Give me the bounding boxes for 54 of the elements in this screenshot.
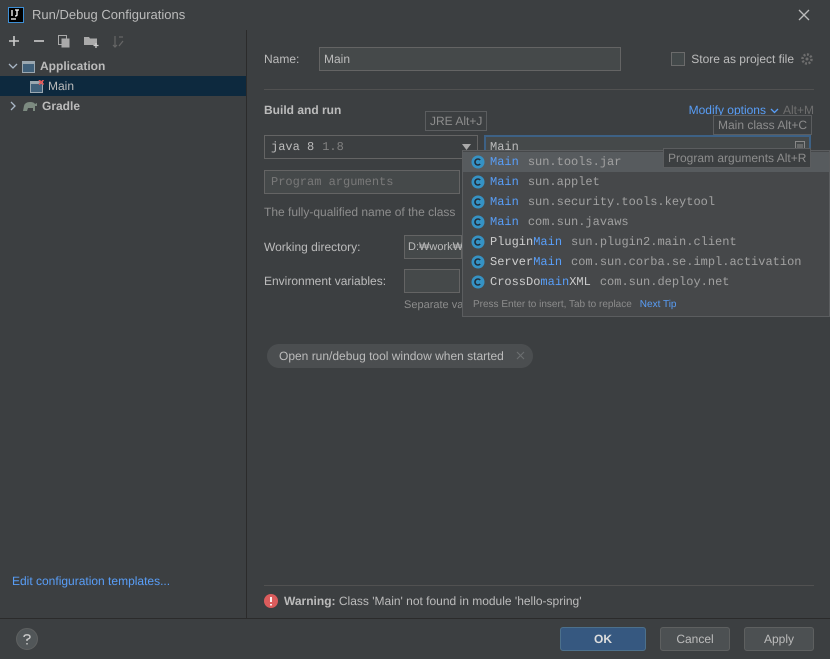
- name-field[interactable]: Main: [319, 47, 621, 71]
- working-directory-label: Working directory:: [264, 239, 362, 256]
- class-icon: [471, 235, 485, 249]
- class-icon: [471, 155, 485, 169]
- chevron-right-icon[interactable]: [8, 101, 18, 111]
- close-icon[interactable]: [798, 9, 810, 21]
- completion-item[interactable]: PluginMain sun.plugin2.main.client: [463, 232, 829, 252]
- dialog-button[interactable]: OK: [560, 627, 646, 651]
- completion-item[interactable]: CrossDomainXML com.sun.deploy.net: [463, 272, 829, 292]
- working-directory-field[interactable]: D:₩work₩: [404, 235, 462, 259]
- completion-item[interactable]: ServerMain com.sun.corba.se.impl.activation: [463, 252, 829, 272]
- app-logo-icon: [8, 7, 24, 23]
- dialog-button[interactable]: Cancel: [660, 627, 730, 651]
- shortcut-tooltip: Main class Alt+C: [713, 115, 812, 135]
- chevron-down-icon: [770, 106, 779, 114]
- shortcut-tooltip: JRE Alt+J: [425, 111, 488, 131]
- add-icon[interactable]: [8, 35, 20, 47]
- option-chip[interactable]: Open run/debug tool window when started: [267, 344, 533, 368]
- help-button[interactable]: [16, 628, 38, 650]
- shortcut-tooltip: Program arguments Alt+R: [663, 148, 812, 168]
- error-icon: [264, 594, 278, 608]
- class-icon: [471, 175, 485, 189]
- class-icon: [471, 275, 485, 289]
- completion-item[interactable]: Main com.sun.javaws: [463, 212, 829, 232]
- checkbox[interactable]: [671, 52, 686, 66]
- chevron-down-icon[interactable]: [8, 61, 18, 71]
- environment-variables-field[interactable]: [404, 269, 460, 293]
- section-title: Build and run: [264, 102, 342, 119]
- folder-add-icon[interactable]: [84, 34, 99, 48]
- dialog-button[interactable]: Apply: [744, 627, 814, 651]
- checkbox-label[interactable]: Store as project file: [691, 50, 794, 68]
- popup-hint: Press Enter to insert, Tab to replace: [473, 298, 632, 312]
- tree-item[interactable]: Main: [0, 76, 246, 96]
- class-icon: [471, 215, 485, 229]
- window-icon: [22, 60, 36, 72]
- name-label: Name:: [264, 51, 300, 68]
- dropdown-arrow-icon: [462, 144, 471, 150]
- completion-item[interactable]: Main sun.security.tools.keytool: [463, 192, 829, 212]
- environment-variables-label: Environment variables:: [264, 273, 388, 290]
- hint-text: The fully-qualified name of the class: [264, 204, 456, 221]
- window-error-icon: [30, 80, 44, 92]
- jre-dropdown[interactable]: java 8 1.8: [264, 135, 478, 159]
- tree-item[interactable]: Application: [0, 56, 246, 76]
- copy-icon[interactable]: [58, 34, 71, 48]
- completion-item[interactable]: Main sun.applet: [463, 172, 829, 192]
- class-icon: [471, 255, 485, 269]
- window-title: Run/Debug Configurations: [32, 6, 186, 24]
- next-tip-link[interactable]: Next Tip: [640, 296, 676, 312]
- edit-templates-link[interactable]: Edit configuration templates...: [12, 572, 246, 590]
- warning-message: Warning: Class 'Main' not found in module 'hello-spring': [284, 593, 582, 610]
- elephant-icon: [22, 100, 38, 112]
- question-icon: [23, 634, 31, 644]
- class-icon: [471, 195, 485, 209]
- tree-item[interactable]: Gradle: [0, 96, 246, 116]
